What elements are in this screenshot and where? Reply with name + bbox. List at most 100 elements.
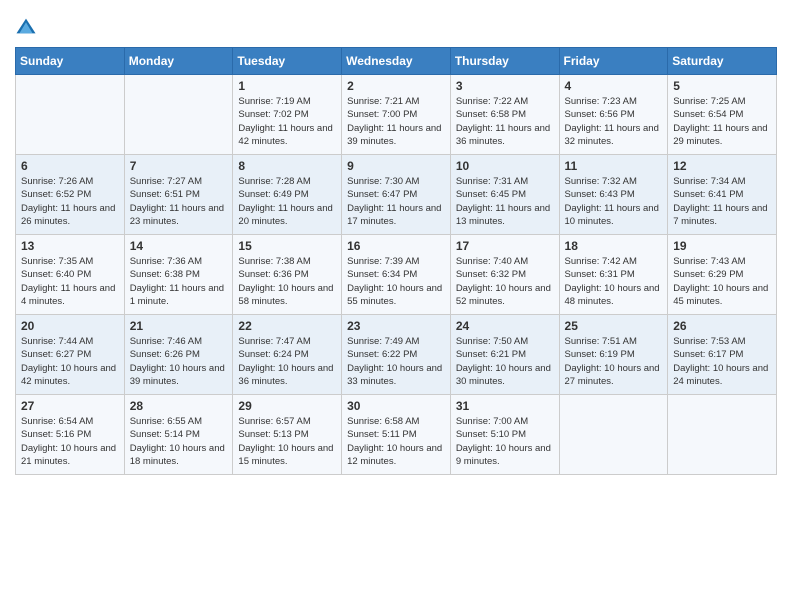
calendar-cell: 30 Sunrise: 6:58 AM Sunset: 5:11 PM Dayli… xyxy=(342,395,451,475)
day-number: 19 xyxy=(673,239,771,253)
day-number: 25 xyxy=(565,319,663,333)
calendar-cell: 20Sunrise: 7:44 AM Sunset: 6:27 PM Dayli… xyxy=(16,315,125,395)
calendar-cell: 28 Sunrise: 6:55 AM Sunset: 5:14 PM Dayli… xyxy=(124,395,233,475)
day-number: 23 xyxy=(347,319,445,333)
calendar-week-row: 1 Sunrise: 7:19 AM Sunset: 7:02 PM Daylig… xyxy=(16,75,777,155)
calendar-cell: 14 Sunrise: 7:36 AM Sunset: 6:38 PM Dayli… xyxy=(124,235,233,315)
day-number: 5 xyxy=(673,79,771,93)
day-info: Sunrise: 7:47 AM Sunset: 6:24 PM Dayligh… xyxy=(238,335,336,388)
day-info: Sunrise: 7:50 AM Sunset: 6:21 PM Dayligh… xyxy=(456,335,554,388)
day-number: 29 xyxy=(238,399,336,413)
day-info: Sunrise: 7:00 AM Sunset: 5:10 PM Dayligh… xyxy=(456,415,554,468)
day-number: 28 xyxy=(130,399,228,413)
day-info: Sunrise: 7:31 AM Sunset: 6:45 PM Dayligh… xyxy=(456,175,554,228)
calendar-cell: 13 Sunrise: 7:35 AM Sunset: 6:40 PM Dayli… xyxy=(16,235,125,315)
day-info: Sunrise: 7:21 AM Sunset: 7:00 PM Dayligh… xyxy=(347,95,445,148)
weekday-header: Friday xyxy=(559,48,668,75)
calendar-cell: 5 Sunrise: 7:25 AM Sunset: 6:54 PM Daylig… xyxy=(668,75,777,155)
day-number: 27 xyxy=(21,399,119,413)
weekday-header: Monday xyxy=(124,48,233,75)
day-number: 31 xyxy=(456,399,554,413)
day-number: 30 xyxy=(347,399,445,413)
day-info: Sunrise: 7:38 AM Sunset: 6:36 PM Dayligh… xyxy=(238,255,336,308)
calendar-cell: 7 Sunrise: 7:27 AM Sunset: 6:51 PM Daylig… xyxy=(124,155,233,235)
day-info: Sunrise: 7:22 AM Sunset: 6:58 PM Dayligh… xyxy=(456,95,554,148)
day-info: Sunrise: 7:34 AM Sunset: 6:41 PM Dayligh… xyxy=(673,175,771,228)
day-info: Sunrise: 6:54 AM Sunset: 5:16 PM Dayligh… xyxy=(21,415,119,468)
day-info: Sunrise: 7:51 AM Sunset: 6:19 PM Dayligh… xyxy=(565,335,663,388)
day-info: Sunrise: 6:58 AM Sunset: 5:11 PM Dayligh… xyxy=(347,415,445,468)
calendar-cell: 8 Sunrise: 7:28 AM Sunset: 6:49 PM Daylig… xyxy=(233,155,342,235)
day-number: 2 xyxy=(347,79,445,93)
day-info: Sunrise: 7:42 AM Sunset: 6:31 PM Dayligh… xyxy=(565,255,663,308)
calendar-cell: 16Sunrise: 7:39 AM Sunset: 6:34 PM Dayli… xyxy=(342,235,451,315)
day-number: 13 xyxy=(21,239,119,253)
calendar-header-row: SundayMondayTuesdayWednesdayThursdayFrid… xyxy=(16,48,777,75)
calendar-cell: 12 Sunrise: 7:34 AM Sunset: 6:41 PM Dayli… xyxy=(668,155,777,235)
weekday-header: Tuesday xyxy=(233,48,342,75)
day-info: Sunrise: 6:57 AM Sunset: 5:13 PM Dayligh… xyxy=(238,415,336,468)
day-info: Sunrise: 6:55 AM Sunset: 5:14 PM Dayligh… xyxy=(130,415,228,468)
calendar-cell: 25 Sunrise: 7:51 AM Sunset: 6:19 PM Dayli… xyxy=(559,315,668,395)
day-info: Sunrise: 7:26 AM Sunset: 6:52 PM Dayligh… xyxy=(21,175,119,228)
day-number: 10 xyxy=(456,159,554,173)
calendar-cell: 11Sunrise: 7:32 AM Sunset: 6:43 PM Dayli… xyxy=(559,155,668,235)
calendar-week-row: 20Sunrise: 7:44 AM Sunset: 6:27 PM Dayli… xyxy=(16,315,777,395)
calendar-cell: 24 Sunrise: 7:50 AM Sunset: 6:21 PM Dayli… xyxy=(450,315,559,395)
day-number: 7 xyxy=(130,159,228,173)
day-info: Sunrise: 7:30 AM Sunset: 6:47 PM Dayligh… xyxy=(347,175,445,228)
calendar-cell: 10 Sunrise: 7:31 AM Sunset: 6:45 PM Dayli… xyxy=(450,155,559,235)
calendar-cell: 21 Sunrise: 7:46 AM Sunset: 6:26 PM Dayli… xyxy=(124,315,233,395)
day-number: 11 xyxy=(565,159,663,173)
day-info: Sunrise: 7:39 AM Sunset: 6:34 PM Dayligh… xyxy=(347,255,445,308)
day-number: 3 xyxy=(456,79,554,93)
page-header xyxy=(15,15,777,37)
day-number: 14 xyxy=(130,239,228,253)
day-info: Sunrise: 7:25 AM Sunset: 6:54 PM Dayligh… xyxy=(673,95,771,148)
logo xyxy=(15,15,39,37)
calendar-cell: 26 Sunrise: 7:53 AM Sunset: 6:17 PM Dayli… xyxy=(668,315,777,395)
day-info: Sunrise: 7:23 AM Sunset: 6:56 PM Dayligh… xyxy=(565,95,663,148)
day-number: 26 xyxy=(673,319,771,333)
day-info: Sunrise: 7:44 AM Sunset: 6:27 PM Dayligh… xyxy=(21,335,119,388)
day-number: 21 xyxy=(130,319,228,333)
day-info: Sunrise: 7:28 AM Sunset: 6:49 PM Dayligh… xyxy=(238,175,336,228)
calendar-cell: 23Sunrise: 7:49 AM Sunset: 6:22 PM Dayli… xyxy=(342,315,451,395)
weekday-header: Saturday xyxy=(668,48,777,75)
day-number: 8 xyxy=(238,159,336,173)
day-number: 15 xyxy=(238,239,336,253)
calendar-cell: 3 Sunrise: 7:22 AM Sunset: 6:58 PM Daylig… xyxy=(450,75,559,155)
day-info: Sunrise: 7:36 AM Sunset: 6:38 PM Dayligh… xyxy=(130,255,228,308)
day-number: 4 xyxy=(565,79,663,93)
day-info: Sunrise: 7:53 AM Sunset: 6:17 PM Dayligh… xyxy=(673,335,771,388)
calendar-cell xyxy=(124,75,233,155)
day-number: 6 xyxy=(21,159,119,173)
weekday-header: Sunday xyxy=(16,48,125,75)
day-info: Sunrise: 7:27 AM Sunset: 6:51 PM Dayligh… xyxy=(130,175,228,228)
day-number: 12 xyxy=(673,159,771,173)
day-number: 1 xyxy=(238,79,336,93)
calendar-cell: 27 Sunrise: 6:54 AM Sunset: 5:16 PM Dayli… xyxy=(16,395,125,475)
calendar-table: SundayMondayTuesdayWednesdayThursdayFrid… xyxy=(15,47,777,475)
calendar-cell: 4 Sunrise: 7:23 AM Sunset: 6:56 PM Daylig… xyxy=(559,75,668,155)
calendar-cell xyxy=(668,395,777,475)
calendar-week-row: 6 Sunrise: 7:26 AM Sunset: 6:52 PM Daylig… xyxy=(16,155,777,235)
calendar-cell: 31 Sunrise: 7:00 AM Sunset: 5:10 PM Dayli… xyxy=(450,395,559,475)
calendar-cell xyxy=(16,75,125,155)
calendar-cell: 29 Sunrise: 6:57 AM Sunset: 5:13 PM Dayli… xyxy=(233,395,342,475)
calendar-cell: 6 Sunrise: 7:26 AM Sunset: 6:52 PM Daylig… xyxy=(16,155,125,235)
weekday-header: Thursday xyxy=(450,48,559,75)
logo-icon xyxy=(15,15,37,37)
calendar-cell: 22Sunrise: 7:47 AM Sunset: 6:24 PM Dayli… xyxy=(233,315,342,395)
day-info: Sunrise: 7:35 AM Sunset: 6:40 PM Dayligh… xyxy=(21,255,119,308)
calendar-week-row: 13 Sunrise: 7:35 AM Sunset: 6:40 PM Dayli… xyxy=(16,235,777,315)
day-info: Sunrise: 7:46 AM Sunset: 6:26 PM Dayligh… xyxy=(130,335,228,388)
day-number: 9 xyxy=(347,159,445,173)
calendar-cell xyxy=(559,395,668,475)
day-info: Sunrise: 7:40 AM Sunset: 6:32 PM Dayligh… xyxy=(456,255,554,308)
weekday-header: Wednesday xyxy=(342,48,451,75)
day-info: Sunrise: 7:19 AM Sunset: 7:02 PM Dayligh… xyxy=(238,95,336,148)
calendar-week-row: 27 Sunrise: 6:54 AM Sunset: 5:16 PM Dayli… xyxy=(16,395,777,475)
day-number: 24 xyxy=(456,319,554,333)
calendar-cell: 2 Sunrise: 7:21 AM Sunset: 7:00 PM Daylig… xyxy=(342,75,451,155)
